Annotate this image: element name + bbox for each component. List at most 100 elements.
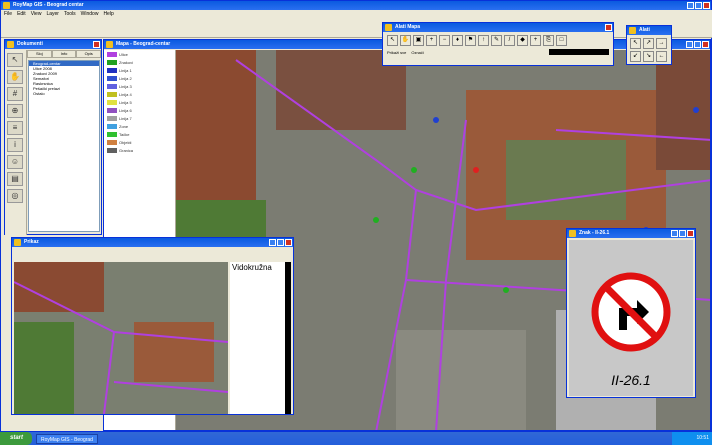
plus-icon[interactable]: +	[530, 35, 541, 46]
value-field[interactable]	[549, 49, 609, 55]
legend-swatch	[107, 99, 117, 105]
start-button[interactable]: start	[0, 432, 32, 445]
sign-marker[interactable]	[433, 117, 439, 123]
print-icon[interactable]: ▤	[7, 172, 23, 186]
legend-item[interactable]: Tačke	[104, 130, 175, 138]
menu-bar: File Edit View Layer Tools Window Help	[1, 10, 712, 18]
tab-description[interactable]: Opis	[76, 50, 102, 58]
legend-item[interactable]: Linija 4	[104, 90, 175, 98]
legend-item[interactable]: Ulice	[104, 50, 175, 58]
arrow-w-icon[interactable]: ←	[656, 51, 667, 62]
legend-item[interactable]: Linija 7	[104, 114, 175, 122]
document-tree: Beograd-centar Ulice 2008 Znakovi 2009 S…	[28, 60, 100, 232]
window-icon[interactable]: □	[556, 35, 567, 46]
legend-item[interactable]: Objekti	[104, 138, 175, 146]
copy-icon[interactable]: ⎘	[543, 35, 554, 46]
menu-edit[interactable]: Edit	[17, 10, 26, 18]
legend-swatch	[107, 75, 117, 81]
zoom-out-icon[interactable]: −	[439, 35, 450, 46]
sign-marker[interactable]	[473, 167, 479, 173]
menu-view[interactable]: View	[31, 10, 42, 18]
map-close-button[interactable]	[702, 41, 709, 48]
legend-item[interactable]: Znakovi	[104, 58, 175, 66]
node-icon[interactable]: ◆	[517, 35, 528, 46]
legend-item[interactable]: Linija 6	[104, 106, 175, 114]
main-window: RoyMap GIS - Beograd centar File Edit Vi…	[0, 0, 712, 432]
legend-label: Linija 7	[119, 115, 132, 121]
preview-map[interactable]	[14, 262, 228, 414]
option-mark[interactable]: Označi	[411, 50, 423, 55]
flag-icon[interactable]: ⚑	[465, 35, 476, 46]
minimize-button[interactable]	[687, 2, 694, 9]
pencil-icon[interactable]: ✎	[491, 35, 502, 46]
mini-icon	[629, 27, 636, 34]
layers-icon[interactable]: ≡	[7, 121, 23, 135]
preview-close-button[interactable]	[285, 239, 292, 246]
pin-icon[interactable]: ♦	[452, 35, 463, 46]
pointer-icon[interactable]: ↖	[7, 53, 23, 67]
panel-close-button[interactable]	[93, 41, 100, 48]
info-icon[interactable]: i	[7, 138, 23, 152]
preview-maximize-button[interactable]	[277, 239, 284, 246]
globe-icon[interactable]: ◎	[7, 189, 23, 203]
map-minimize-button[interactable]	[686, 41, 693, 48]
preview-title: Prikaz	[24, 239, 39, 245]
sign-minimize-button[interactable]	[671, 230, 678, 237]
tab-info[interactable]: Info	[51, 50, 77, 58]
legend-item[interactable]: Linija 3	[104, 82, 175, 90]
arrow-nw-icon[interactable]: ↖	[630, 38, 641, 49]
taskbar-app[interactable]: RoyMap GIS - Beograd	[36, 433, 98, 444]
frame-icon[interactable]: ▣	[413, 35, 424, 46]
hand-icon[interactable]: ✋	[400, 35, 411, 46]
tools-close-button[interactable]	[605, 24, 612, 31]
arrow-se-icon[interactable]: ↘	[643, 51, 654, 62]
sign-marker[interactable]	[503, 287, 509, 293]
sign-maximize-button[interactable]	[679, 230, 686, 237]
zoom-in-icon[interactable]: +	[426, 35, 437, 46]
legend-label: Linija 4	[119, 91, 132, 97]
preview-minimize-button[interactable]	[269, 239, 276, 246]
tools-title: Alati Mapa	[395, 24, 421, 30]
menu-tools[interactable]: Tools	[64, 10, 76, 18]
preview-scrollbar[interactable]	[285, 262, 291, 414]
sign-marker[interactable]	[411, 167, 417, 173]
sign-close-button[interactable]	[687, 230, 694, 237]
option-show-all[interactable]: Prikaži sve	[387, 50, 406, 55]
grid-icon[interactable]: #	[7, 87, 23, 101]
legend-item[interactable]: Linija 1	[104, 66, 175, 74]
legend-label: Linija 2	[119, 75, 132, 81]
mini-titlebar: Alati	[627, 26, 671, 35]
select-icon[interactable]: ↖	[387, 35, 398, 46]
park	[14, 322, 74, 414]
tab-layer[interactable]: Sloj	[27, 50, 52, 58]
tools-titlebar: Alati Mapa	[383, 23, 613, 32]
arrow-sw-icon[interactable]: ↙	[630, 51, 641, 62]
sign-marker[interactable]	[693, 107, 699, 113]
legend-item[interactable]: Linija 2	[104, 74, 175, 82]
zoom-icon[interactable]: ⊕	[7, 104, 23, 118]
preview-titlebar: Prikaz	[12, 238, 293, 247]
preview-heading: Vidokružna	[232, 263, 272, 272]
legend-swatch	[107, 51, 117, 57]
arrow-ne-icon[interactable]: ↗	[643, 38, 654, 49]
mini-title: Alati	[639, 27, 650, 33]
menu-window[interactable]: Window	[81, 10, 99, 18]
legend-label: Granica	[119, 147, 134, 153]
tree-item[interactable]: Ostalo	[29, 91, 99, 96]
map-maximize-button[interactable]	[694, 41, 701, 48]
legend-item[interactable]: Zone	[104, 122, 175, 130]
close-button[interactable]	[703, 2, 710, 9]
menu-help[interactable]: Help	[103, 10, 113, 18]
sign-marker[interactable]	[373, 217, 379, 223]
menu-layer[interactable]: Layer	[46, 10, 59, 18]
arrow-icon[interactable]: ↑	[478, 35, 489, 46]
maximize-button[interactable]	[695, 2, 702, 9]
arrow-e-icon[interactable]: →	[656, 38, 667, 49]
line-icon[interactable]: /	[504, 35, 515, 46]
person-icon[interactable]: ☺	[7, 155, 23, 169]
pan-icon[interactable]: ✋	[7, 70, 23, 84]
legend-item[interactable]: Granica	[104, 146, 175, 154]
legend-item[interactable]: Linija 5	[104, 98, 175, 106]
legend-label: Linija 5	[119, 99, 132, 105]
menu-file[interactable]: File	[4, 10, 12, 18]
